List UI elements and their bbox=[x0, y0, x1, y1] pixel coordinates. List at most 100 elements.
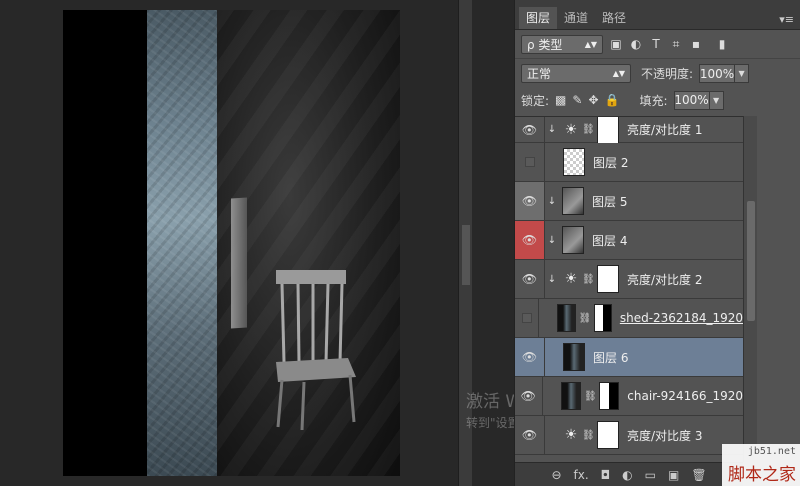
layers-bottom-bar: ⊖ fx. ◘ ◐ ▭ ▣ 🗑 bbox=[515, 462, 743, 486]
layer-row[interactable]: 👁 ↓ ☀ ⛓ 亮度/对比度 1 bbox=[515, 117, 743, 144]
filter-toggle-icon[interactable]: ▮ bbox=[715, 37, 729, 51]
layer-mask-thumbnail[interactable] bbox=[597, 117, 619, 144]
visibility-eye-icon[interactable]: 👁 bbox=[515, 416, 545, 454]
filter-type-select[interactable]: ρ 类型 ▲▼ bbox=[521, 34, 603, 54]
layer-name[interactable]: 亮度/对比度 1 bbox=[627, 121, 703, 138]
hidden-visibility-box[interactable] bbox=[524, 157, 535, 167]
site-url: jb51.net bbox=[747, 446, 796, 457]
canvas-chair bbox=[276, 270, 356, 431]
filter-row: ρ 类型 ▲▼ ▣ ◐ T ⌗ ▪ ▮ bbox=[515, 30, 800, 58]
text-filter-icon[interactable]: T bbox=[649, 37, 663, 51]
shape-filter-icon[interactable]: ⌗ bbox=[669, 37, 683, 51]
layer-row[interactable]: 👁 ☀ ⛓ 亮度/对比度 3 bbox=[515, 416, 743, 455]
adjustment-filter-icon[interactable]: ◐ bbox=[629, 37, 643, 51]
fill-label: 填充: bbox=[639, 93, 668, 108]
smart-object-filter-icon[interactable]: ▪ bbox=[689, 37, 703, 51]
lock-paint-icon[interactable]: ✎ bbox=[572, 93, 582, 107]
site-name: 脚本之家 bbox=[728, 465, 796, 485]
layer-thumbnail[interactable] bbox=[563, 148, 585, 176]
brightness-contrast-icon: ☀ bbox=[564, 121, 578, 138]
pixel-filter-icon[interactable]: ▣ bbox=[609, 37, 623, 51]
lock-transparent-icon[interactable]: ▩ bbox=[555, 93, 566, 107]
layer-mask-thumbnail[interactable] bbox=[598, 382, 620, 410]
visibility-toggle[interactable] bbox=[515, 143, 545, 181]
visibility-eye-icon[interactable]: 👁 bbox=[515, 117, 545, 142]
layer-mask-thumbnail[interactable] bbox=[597, 421, 619, 449]
filter-type-label: ρ 类型 bbox=[527, 37, 563, 52]
layer-row[interactable]: 图层 2 bbox=[515, 143, 743, 182]
layer-name[interactable]: 图层 5 bbox=[592, 193, 627, 210]
layers-scrollbar[interactable] bbox=[743, 116, 757, 462]
new-layer-icon[interactable]: ▣ bbox=[668, 468, 679, 482]
chevron-down-icon: ▲▼ bbox=[584, 39, 597, 49]
layer-name[interactable]: shed-2362184_1920 bbox=[620, 311, 743, 325]
link-icon[interactable]: ⛓ bbox=[582, 430, 595, 441]
opacity-label: 不透明度: bbox=[641, 67, 694, 81]
visibility-eye-icon[interactable]: 👁 bbox=[515, 182, 545, 220]
fill-dropdown-icon[interactable]: ▼ bbox=[709, 90, 724, 110]
visibility-eye-icon[interactable]: 👁 bbox=[515, 377, 543, 415]
clipping-arrow-icon: ↓ bbox=[547, 234, 557, 246]
visibility-eye-icon[interactable]: 👁 bbox=[515, 260, 545, 298]
layer-name[interactable]: 亮度/对比度 2 bbox=[627, 271, 703, 288]
brightness-contrast-icon: ☀ bbox=[564, 271, 578, 287]
chevron-down-icon: ▲▼ bbox=[612, 69, 625, 78]
link-icon[interactable]: ⛓ bbox=[582, 274, 595, 285]
lock-move-icon[interactable]: ✥ bbox=[588, 93, 598, 107]
clipping-arrow-icon: ↓ bbox=[547, 124, 557, 135]
canvas-plank bbox=[231, 197, 247, 329]
visibility-toggle[interactable] bbox=[515, 299, 540, 337]
link-icon[interactable]: ⛓ bbox=[579, 313, 592, 324]
site-logo: jb51.net 脚本之家 bbox=[722, 444, 800, 486]
add-mask-icon[interactable]: ◘ bbox=[601, 468, 611, 482]
adjustment-layer-icon[interactable]: ◐ bbox=[622, 468, 632, 482]
link-icon[interactable]: ⛓ bbox=[584, 391, 597, 402]
blend-mode-select[interactable]: 正常 ▲▼ bbox=[521, 64, 631, 83]
lock-all-icon[interactable]: 🔒 bbox=[605, 93, 620, 107]
layer-thumbnail[interactable] bbox=[563, 343, 585, 371]
brightness-contrast-icon: ☀ bbox=[564, 427, 578, 443]
layer-thumbnail[interactable] bbox=[562, 187, 584, 215]
canvas-wall-texture bbox=[147, 10, 217, 476]
layer-row[interactable]: ⛓ shed-2362184_1920 bbox=[515, 299, 743, 338]
new-group-icon[interactable]: ▭ bbox=[645, 468, 656, 482]
layer-thumbnail[interactable] bbox=[562, 226, 584, 254]
lock-row: 锁定: ▩ ✎ ✥ 🔒 填充: 100% ▼ bbox=[515, 88, 800, 112]
layer-thumbnail[interactable] bbox=[560, 382, 581, 410]
fx-icon[interactable]: fx. bbox=[574, 468, 589, 482]
layer-name[interactable]: 图层 6 bbox=[593, 349, 628, 366]
layers-panel: 图层 通道 路径 ▾≡ ρ 类型 ▲▼ ▣ ◐ T ⌗ ▪ ▮ 正常 ▲▼ 不透… bbox=[514, 0, 800, 486]
layer-thumbnail[interactable] bbox=[557, 304, 576, 332]
layer-row[interactable]: 👁 ↓ ☀ ⛓ 亮度/对比度 2 bbox=[515, 260, 743, 299]
visibility-eye-icon[interactable]: 👁 bbox=[515, 221, 545, 259]
fill-input[interactable]: 100% bbox=[673, 90, 710, 110]
layer-name[interactable]: chair-924166_1920 bbox=[627, 389, 743, 403]
panel-menu-icon[interactable]: ▾≡ bbox=[779, 13, 794, 26]
layer-row[interactable]: 👁 ↓ 图层 4 bbox=[515, 221, 743, 260]
link-layers-icon[interactable]: ⊖ bbox=[551, 468, 561, 482]
blend-row: 正常 ▲▼ 不透明度: 100% ▼ bbox=[515, 58, 800, 88]
layer-mask-thumbnail[interactable] bbox=[597, 265, 619, 293]
layer-name[interactable]: 亮度/对比度 3 bbox=[627, 427, 703, 444]
document-canvas[interactable] bbox=[63, 10, 400, 476]
layer-row[interactable]: 👁 ↓ 图层 5 bbox=[515, 182, 743, 221]
hidden-visibility-box[interactable] bbox=[521, 313, 532, 323]
tab-channels[interactable]: 通道 bbox=[557, 7, 595, 29]
lock-label: 锁定: bbox=[521, 93, 550, 108]
layer-row-selected[interactable]: 👁 图层 6 bbox=[515, 338, 743, 377]
layer-name[interactable]: 图层 2 bbox=[593, 154, 628, 171]
layer-row[interactable]: 👁 ⛓ chair-924166_1920 bbox=[515, 377, 743, 416]
layer-name[interactable]: 图层 4 bbox=[592, 232, 627, 249]
link-icon[interactable]: ⛓ bbox=[582, 124, 595, 135]
delete-layer-icon[interactable]: 🗑 bbox=[691, 468, 706, 482]
canvas-area[interactable] bbox=[0, 0, 458, 486]
visibility-eye-icon[interactable]: 👁 bbox=[515, 338, 545, 376]
opacity-dropdown-icon[interactable]: ▼ bbox=[735, 64, 750, 83]
tab-paths[interactable]: 路径 bbox=[595, 7, 633, 29]
clipping-arrow-icon: ↓ bbox=[547, 273, 557, 285]
layer-mask-thumbnail[interactable] bbox=[593, 304, 612, 332]
tab-layers[interactable]: 图层 bbox=[519, 7, 558, 29]
layers-list[interactable]: 👁 ↓ ☀ ⛓ 亮度/对比度 1 图层 2 👁 ↓ 图层 5 👁 ↓ 图层 4 … bbox=[515, 116, 743, 462]
opacity-input[interactable]: 100% bbox=[699, 64, 736, 83]
clipping-arrow-icon: ↓ bbox=[547, 195, 557, 207]
